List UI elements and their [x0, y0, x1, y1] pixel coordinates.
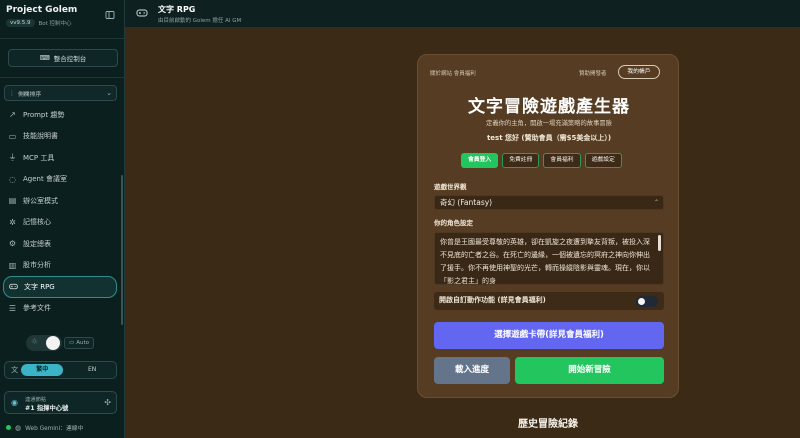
status-text: Web Gemini：連線中 — [25, 426, 84, 432]
my-account-button[interactable]: 我的帳戶 — [618, 65, 660, 79]
sidebar: Project Golem vv9.5.9 Bot 控制中心 ⌨ 整合控制台 ⋮… — [0, 0, 125, 438]
sort-label: 側欄排序 — [18, 91, 42, 98]
gamepad-icon — [135, 7, 149, 21]
sidebar-item-agent-room[interactable]: ◌ Agent 會議室 — [0, 169, 125, 191]
sidebar-item-label: 設定總表 — [23, 239, 51, 248]
sidebar-item-stocks[interactable]: ▥ 股市分析 — [0, 255, 125, 277]
node-label: 連通節點 — [25, 397, 47, 403]
member-greeting: test 您好 (贊助會員（需$5美金以上）) — [486, 134, 612, 142]
chevron-down-icon: ⌄ — [106, 89, 112, 97]
terminal-icon: ⌨ — [39, 54, 50, 62]
theme-toggle-knob — [46, 336, 60, 350]
generator-subtitle: 定義你的主角，開啟一場充滿策略的故事冒險 — [486, 120, 612, 127]
puzzle-icon: ✣ — [104, 398, 111, 407]
theme-auto-button[interactable]: ▭ Auto — [64, 337, 94, 349]
tab-free-register[interactable]: 免費註冊 — [502, 153, 540, 168]
sidebar-item-settings[interactable]: ⚙ 設定總表 — [0, 233, 125, 255]
sidebar-item-label: Prompt 趨勢 — [23, 110, 65, 119]
sidebar-item-label: Agent 會議室 — [23, 175, 67, 184]
page-title: 文字 RPG — [158, 5, 196, 14]
console-button[interactable]: ⌨ 整合控制台 — [8, 49, 118, 67]
custom-action-toggle[interactable] — [636, 296, 658, 307]
select-cartridge-button[interactable]: 選擇遊戲卡帶(詳見會員福利) — [434, 322, 664, 349]
textarea-scrollbar[interactable] — [658, 235, 661, 251]
theme-toggle[interactable]: ☼ — [26, 335, 62, 351]
history-title: 歷史冒險紀錄 — [518, 419, 578, 430]
gear-icon: ⚙ — [8, 239, 17, 249]
globe-icon: ◍ — [15, 423, 22, 432]
start-new-adventure-button[interactable]: 開始新冒險 — [515, 357, 664, 384]
sort-grip-icon: ⋮ — [9, 89, 15, 97]
database-icon: ☰ — [8, 303, 17, 313]
book-icon: ▭ — [8, 131, 17, 141]
world-select-value: 奇幻 (Fantasy) — [440, 198, 493, 207]
generator-title: 文字冒險遊戲產生器 — [468, 97, 630, 117]
sidebar-item-memory[interactable]: ✲ 記憶核心 — [0, 212, 125, 234]
custom-action-label: 開啟自訂動作功能 (詳見會員福利) — [439, 296, 546, 304]
status-dot — [6, 425, 11, 430]
sidebar-item-text-rpg[interactable]: 文字 RPG — [3, 276, 117, 298]
sidebar-divider — [0, 77, 125, 78]
role-label: 你的角色設定 — [434, 219, 473, 227]
chat-icon: ◌ — [9, 174, 16, 184]
load-progress-button[interactable]: 載入進度 — [434, 357, 510, 384]
sidebar-item-label: 股市分析 — [23, 261, 51, 270]
top-links[interactable]: 關於網站 會員福利 — [430, 69, 476, 77]
trend-icon: ↗ — [9, 110, 16, 120]
version-badge: vv9.5.9 — [6, 19, 35, 27]
toggle-knob — [638, 298, 645, 305]
sidebar-sort-toggle[interactable]: ⋮ 側欄排序 ⌄ — [4, 85, 117, 101]
translate-icon: 文 — [11, 366, 19, 374]
sponsor-link[interactable]: 贊助開發者 — [579, 69, 607, 77]
office-icon: ▤ — [8, 196, 17, 206]
card-tabs: 會員登入 免費註冊 會員福利 遊戲設定 — [461, 153, 622, 168]
node-value: #1 指揮中心號 — [25, 405, 69, 412]
monitor-icon: ▭ — [69, 340, 75, 346]
world-label: 遊戲世界觀 — [434, 183, 467, 191]
theme-auto-label: Auto — [76, 340, 89, 346]
sidebar-nav: ↗ Prompt 趨勢 ▭ 技能說明書 ⏚ MCP 工具 ◌ Agent 會議室… — [0, 104, 125, 319]
sidebar-divider — [0, 38, 125, 39]
connection-status: ◍ Web Gemini：連線中 — [6, 423, 83, 432]
select-arrows-icon: ⌃ — [653, 199, 659, 206]
sidebar-item-office[interactable]: ▤ 辦公室模式 — [0, 190, 125, 212]
sidebar-item-label: 技能說明書 — [23, 132, 58, 141]
custom-action-row: 開啟自訂動作功能 (詳見會員福利) — [434, 292, 664, 310]
sidebar-item-skills[interactable]: ▭ 技能說明書 — [0, 126, 125, 148]
rpg-generator-card: 關於網站 會員福利 贊助開發者 我的帳戶 文字冒險遊戲產生器 定義你的主角，開啟… — [417, 54, 679, 398]
location-pin-icon: ◉ — [11, 398, 18, 407]
sidebar-item-label: MCP 工具 — [23, 153, 55, 162]
tab-member-login[interactable]: 會員登入 — [461, 153, 499, 168]
console-button-label: 整合控制台 — [53, 55, 87, 63]
sun-icon: ☼ — [31, 337, 39, 346]
sidebar-scrollbar[interactable] — [121, 175, 123, 325]
gamepad-icon — [9, 282, 18, 291]
chart-icon: ▥ — [8, 260, 17, 270]
world-select[interactable]: 奇幻 (Fantasy) ⌃ — [434, 195, 664, 210]
tab-game-settings[interactable]: 遊戲設定 — [584, 153, 622, 168]
sidebar-item-prompt-trend[interactable]: ↗ Prompt 趨勢 — [0, 104, 125, 126]
plug-icon: ⏚ — [8, 153, 17, 163]
sidebar-item-label: 參考文件 — [23, 304, 51, 313]
version-row: vv9.5.9 Bot 控制中心 — [6, 19, 72, 27]
version-subtitle: Bot 控制中心 — [38, 21, 72, 27]
brain-icon: ✲ — [9, 217, 16, 227]
collapse-sidebar-icon[interactable] — [104, 10, 116, 22]
node-card[interactable]: ◉ 連通節點 #1 指揮中心號 ✣ — [4, 391, 117, 414]
page-subtitle: 由目前啟動的 Golem 擔任 AI GM — [158, 18, 242, 24]
tab-member-benefits[interactable]: 會員福利 — [543, 153, 581, 168]
sidebar-item-label: 文字 RPG — [24, 282, 55, 291]
lang-option-en[interactable]: EN — [71, 364, 113, 376]
sidebar-item-mcp[interactable]: ⏚ MCP 工具 — [0, 147, 125, 169]
sidebar-item-label: 辦公室模式 — [23, 196, 58, 205]
sidebar-item-references[interactable]: ☰ 參考文件 — [0, 298, 125, 320]
language-switcher: 文 繁中 EN — [4, 361, 117, 379]
role-textarea[interactable]: 你曾是王國最受尊敬的英雄，卻在凱旋之夜遭到摯友背叛，被投入深不見底的亡者之谷。在… — [434, 232, 664, 285]
brand-title: Project Golem — [6, 5, 78, 15]
page-header: 文字 RPG 由目前啟動的 Golem 擔任 AI GM — [125, 0, 800, 28]
sidebar-item-label: 記憶核心 — [23, 218, 51, 227]
lang-option-zh[interactable]: 繁中 — [21, 364, 64, 376]
